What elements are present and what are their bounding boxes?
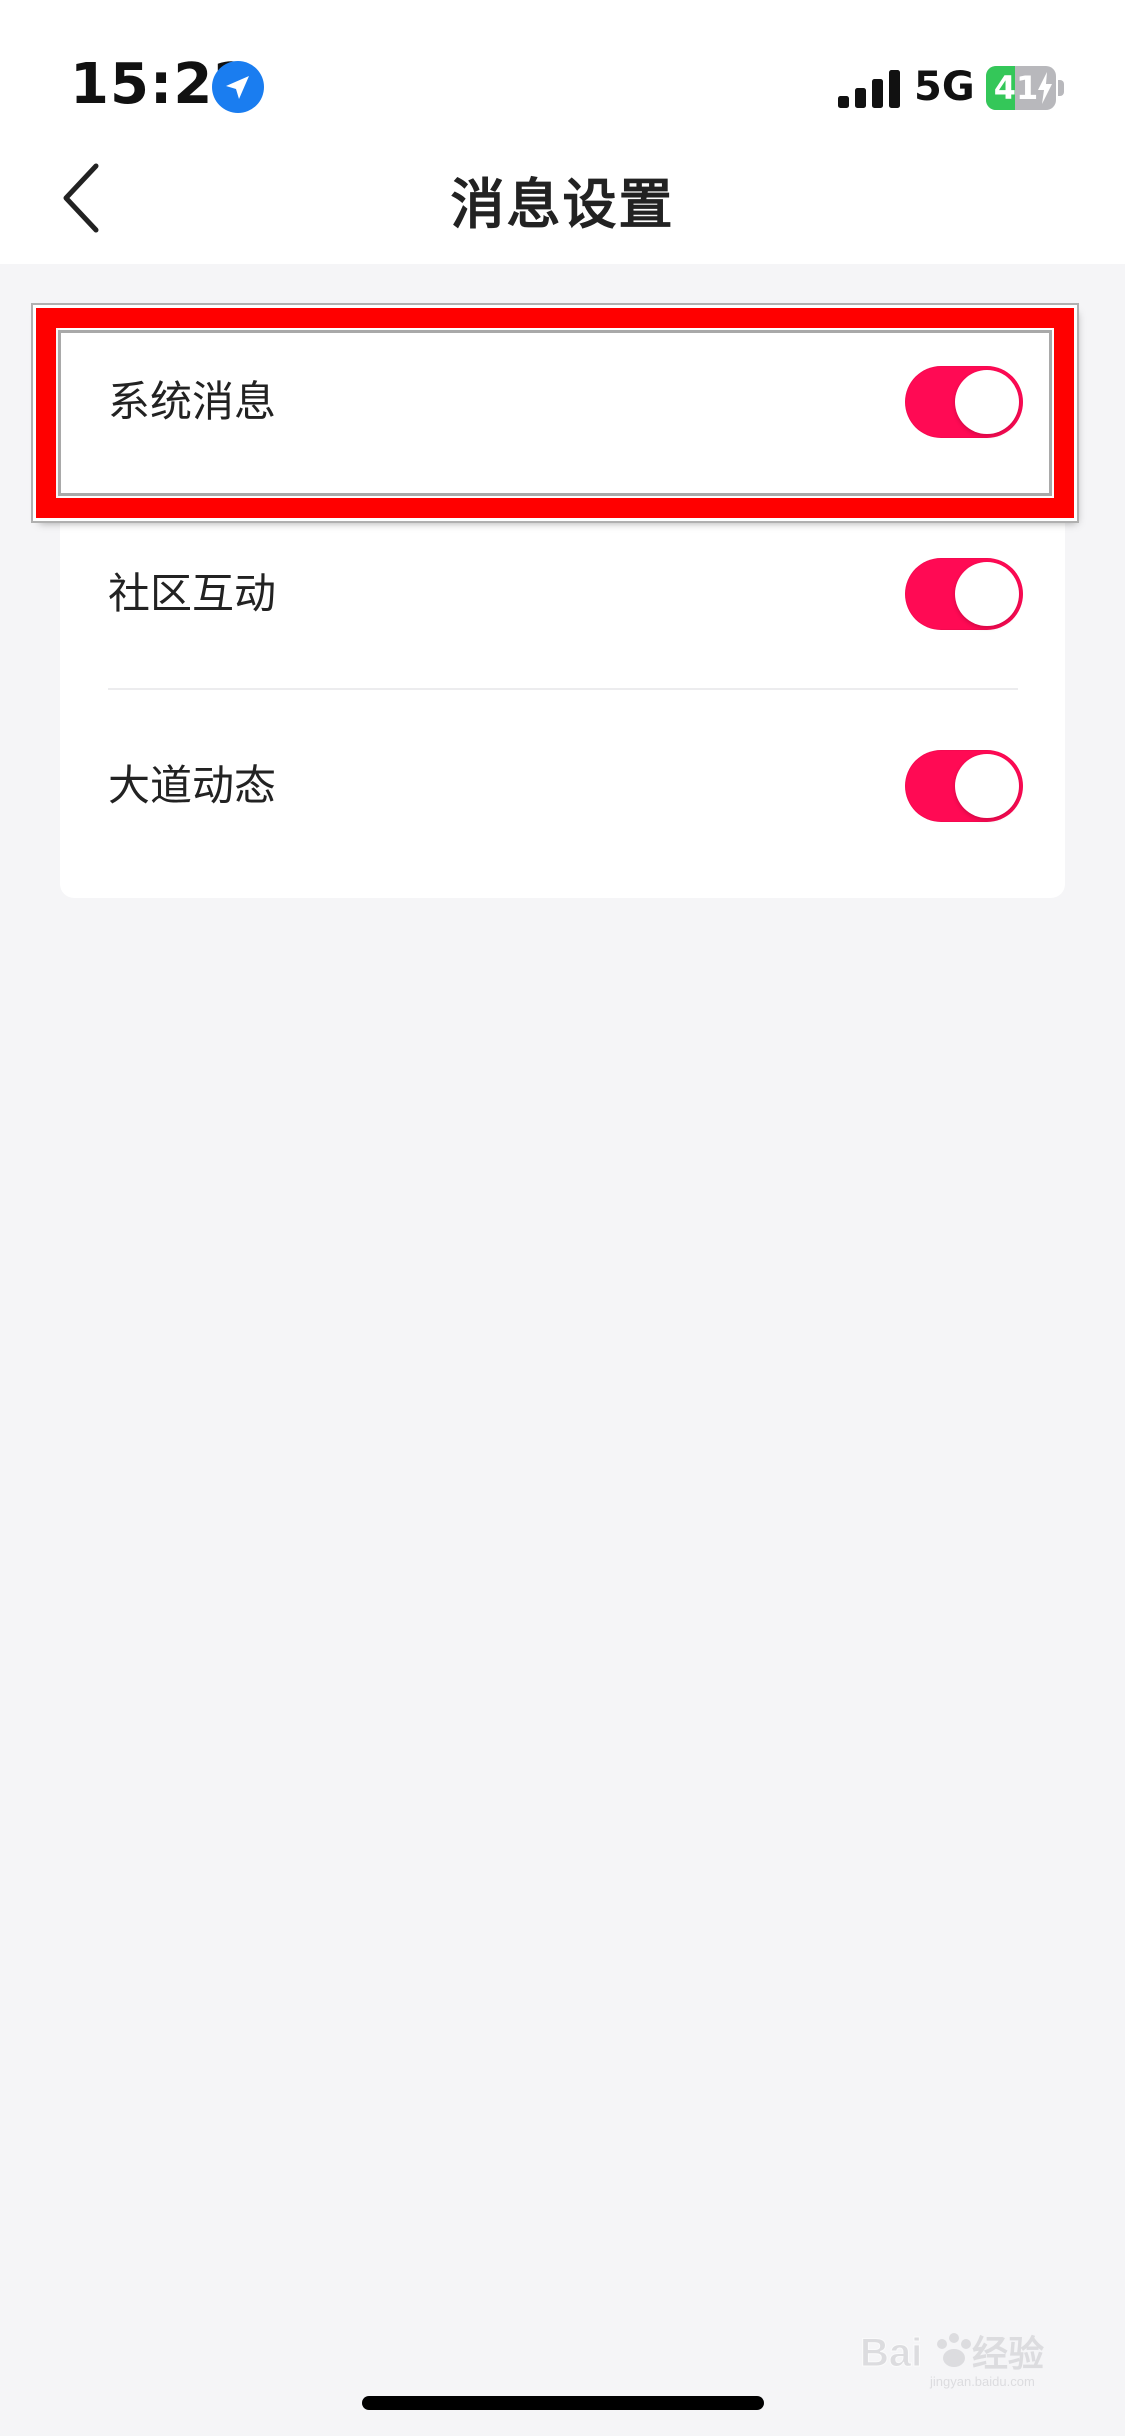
battery-charging-icon: 41 [986, 66, 1064, 110]
setting-row-community-interaction: 社区互动 [60, 498, 1065, 690]
baidu-watermark-logo: Bai 经验 jingyan.baidu.com [860, 2331, 1044, 2390]
setting-label: 社区互动 [108, 569, 277, 618]
charging-bolt-icon [1038, 72, 1052, 104]
page-title: 消息设置 [450, 173, 675, 236]
setting-row-avenue-updates: 大道动态 [60, 690, 1065, 882]
network-type: 5G [914, 64, 975, 110]
notification-settings-card: 系统消息 社区互动 大道动态 [60, 306, 1065, 898]
toggle-knob [955, 754, 1019, 818]
setting-label: 大道动态 [108, 761, 277, 810]
top-bar: 15:22 5G 41 消息设置 [0, 0, 1125, 264]
toggle-knob [955, 562, 1019, 626]
system-messages-toggle[interactable] [905, 366, 1023, 438]
cellular-signal-icon [838, 70, 900, 108]
avenue-updates-toggle[interactable] [905, 750, 1023, 822]
svg-text:Bai: Bai [860, 2331, 922, 2375]
toggle-knob [955, 370, 1019, 434]
setting-label: 系统消息 [108, 377, 277, 426]
svg-text:jingyan.baidu.com: jingyan.baidu.com [929, 2374, 1035, 2389]
home-indicator[interactable] [362, 2396, 764, 2410]
setting-row-system-messages: 系统消息 [60, 306, 1065, 498]
community-interaction-toggle[interactable] [905, 558, 1023, 630]
location-arrow-icon [212, 61, 264, 113]
svg-text:经验: 经验 [972, 2333, 1044, 2374]
